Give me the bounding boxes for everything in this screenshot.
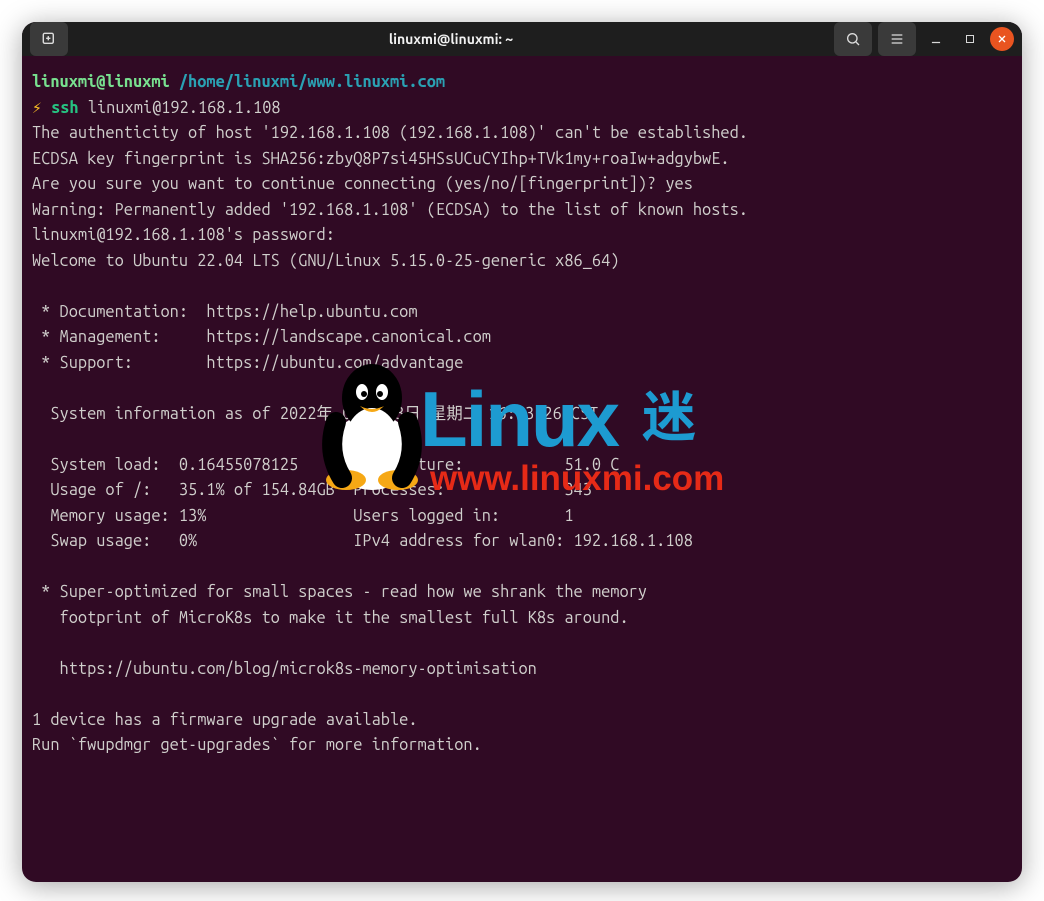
close-button[interactable] [990,27,1014,51]
menu-button[interactable] [878,22,916,56]
output-line: Memory usage: 13% Users logged in: 1 [32,507,574,525]
output-line: Welcome to Ubuntu 22.04 LTS (GNU/Linux 5… [32,252,619,270]
window-title: linuxmi@linuxmi: ~ [76,31,826,47]
maximize-button[interactable] [956,25,984,53]
output-line: Are you sure you want to continue connec… [32,175,693,193]
output-line: * Management: https://landscape.canonica… [32,328,491,346]
minimize-button[interactable] [922,25,950,53]
prompt-path: /home/linuxmi/www.linuxmi.com [179,73,445,91]
output-line: Usage of /: 35.1% of 154.84GB Processes:… [32,481,592,499]
terminal-window: linuxmi@linuxmi: ~ [22,22,1022,882]
lightning-icon: ⚡ [32,99,42,117]
output-line [32,277,41,295]
output-line: footprint of MicroK8s to make it the sma… [32,609,629,627]
output-line [32,379,41,397]
output-line: https://ubuntu.com/blog/microk8s-memory-… [32,660,537,678]
command: ssh [51,99,79,117]
output-line: * Support: https://ubuntu.com/advantage [32,354,463,372]
terminal-body[interactable]: linuxmi@linuxmi /home/linuxmi/www.linuxm… [22,56,1022,882]
prompt-user: linuxmi@linuxmi [32,73,170,91]
output-line: Run `fwupdmgr get-upgrades` for more inf… [32,736,482,754]
output-line [32,685,41,703]
output-line: System information as of 2022年 08月 23日 星… [32,405,598,423]
output-line: * Super-optimized for small spaces - rea… [32,583,647,601]
new-tab-button[interactable] [30,22,68,56]
output-line: 1 device has a firmware upgrade availabl… [32,711,418,729]
output-line: * Documentation: https://help.ubuntu.com [32,303,418,321]
output-line: Swap usage: 0% IPv4 address for wlan0: 1… [32,532,693,550]
output-line: ECDSA key fingerprint is SHA256:zbyQ8P7s… [32,150,730,168]
output-line [32,634,41,652]
output-line [32,558,41,576]
output-line [32,430,41,448]
output-line: The authenticity of host '192.168.1.108 … [32,124,748,142]
search-button[interactable] [834,22,872,56]
watermark-suffix: 迷 [642,373,696,452]
output-line: System load: 0.16455078125 Temperature: … [32,456,619,474]
output-line: linuxmi@192.168.1.108's password: [32,226,335,244]
titlebar: linuxmi@linuxmi: ~ [22,22,1022,56]
command-args: linuxmi@192.168.1.108 [88,99,281,117]
output-line: Warning: Permanently added '192.168.1.10… [32,201,748,219]
